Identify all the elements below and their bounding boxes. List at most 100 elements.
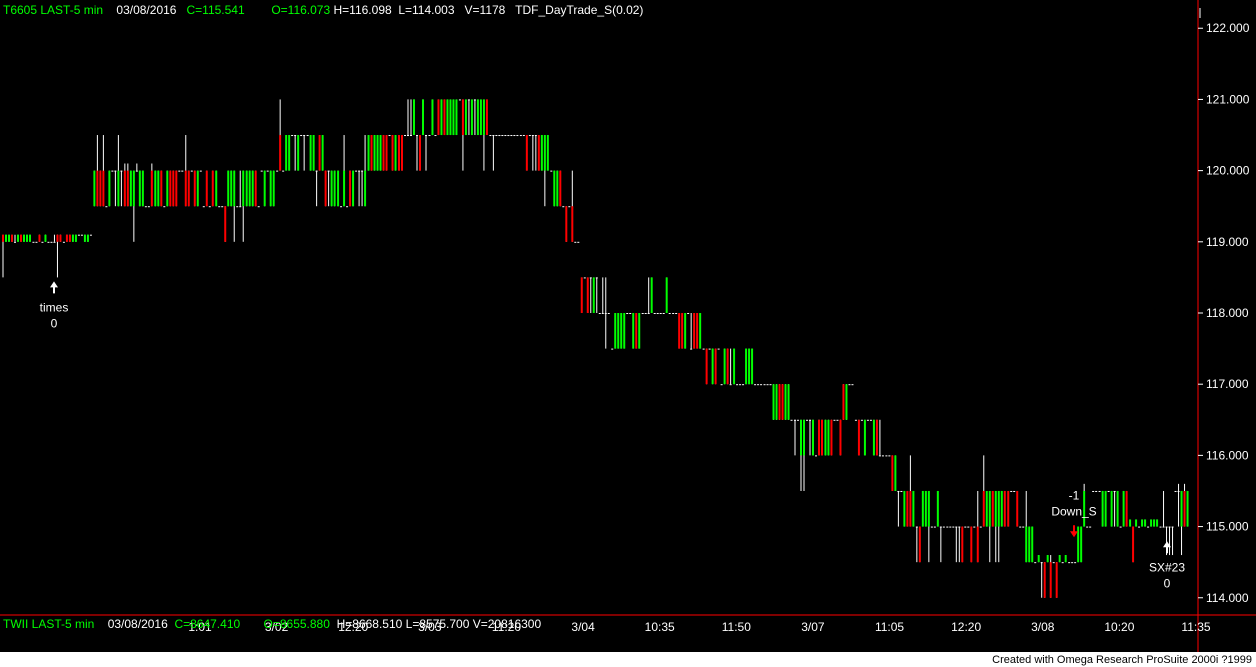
candle-body (662, 313, 665, 314)
candle-body (20, 234, 22, 242)
candle-body (824, 419, 827, 456)
y-tick-label: 119.000 (1206, 235, 1249, 249)
candle-body (373, 135, 376, 171)
candle-body (604, 313, 607, 314)
candle-body (775, 384, 778, 420)
up-arrow-icon (50, 281, 58, 294)
candle-body (556, 170, 559, 207)
candle-body (525, 135, 528, 171)
candle-body (1040, 562, 1043, 564)
candle-body (550, 170, 553, 172)
candle-body (1159, 526, 1162, 528)
candle-body (568, 206, 571, 208)
candle-body (897, 490, 900, 492)
candle-body (77, 234, 80, 236)
candle-body (845, 384, 848, 420)
candle-body (869, 419, 872, 421)
candle-body (230, 170, 233, 207)
candle-body (836, 419, 839, 421)
candle-body (452, 99, 455, 136)
candle-body (1180, 490, 1183, 527)
candle-body (930, 526, 933, 528)
candle-body (1049, 562, 1052, 598)
candle-body (534, 135, 537, 137)
candle-body (443, 99, 446, 136)
candle-body (961, 526, 964, 563)
candle-body (946, 526, 949, 528)
candle-body (577, 241, 580, 243)
candle-body (74, 234, 77, 242)
sub-close-label: C=8647.410 (174, 617, 241, 631)
candle-body (190, 170, 193, 172)
candle-body (885, 455, 888, 457)
candle-body (909, 490, 912, 527)
symbol-label: T6605 LAST-5 min (3, 3, 104, 17)
candle-body (653, 313, 656, 314)
candle-body (312, 135, 315, 171)
candle-body (915, 526, 918, 528)
candle-body (221, 206, 224, 208)
candle-body (306, 135, 309, 137)
candle-body (797, 419, 799, 421)
candle-body (665, 277, 668, 313)
candle-body (1068, 562, 1071, 564)
candle-body (833, 419, 836, 421)
candle-body (632, 313, 635, 349)
candle-body (1107, 490, 1110, 492)
candle-body (748, 348, 751, 385)
candle-body (294, 135, 297, 137)
candle-body (875, 419, 878, 456)
candle-body (123, 170, 126, 207)
candle-body (714, 348, 717, 385)
candle-body (172, 170, 175, 207)
candle-body (1055, 562, 1058, 598)
sub-date-label: 03/08/2016 (107, 617, 168, 631)
candle-body (863, 419, 866, 456)
high-label: H=116.098 (333, 3, 392, 17)
candle-body (736, 384, 739, 386)
candle-body (108, 170, 111, 207)
candle-body (1101, 490, 1104, 527)
candle-body (1138, 526, 1141, 528)
candle-body (964, 526, 967, 528)
candle-body (595, 277, 598, 279)
candle-body (982, 490, 985, 527)
candle-body (812, 419, 814, 456)
candle-body (157, 170, 160, 207)
candle-body (821, 419, 823, 456)
sub-high-label: H=8668.510 (336, 617, 403, 631)
candle-body (321, 135, 324, 171)
candle-body (672, 313, 675, 314)
candle-body (364, 170, 367, 207)
candle-body (111, 170, 114, 172)
candle-body (276, 170, 279, 172)
y-tick-label: 116.000 (1206, 448, 1249, 462)
candle-body (562, 206, 565, 208)
candle-body (254, 170, 257, 207)
candle-body (59, 234, 62, 242)
candle-body (199, 170, 202, 172)
candle-body (394, 135, 397, 171)
candle-body (184, 170, 187, 207)
candle-body (38, 234, 41, 242)
candle-body (65, 234, 68, 242)
candle-body (607, 313, 610, 314)
candle-body (516, 135, 519, 137)
candle-body (343, 170, 346, 207)
candle-body (1144, 519, 1147, 527)
candle-body (1061, 562, 1064, 564)
candle-body (23, 234, 25, 242)
x-tick-label: 3/08 (1031, 620, 1055, 634)
candle-body (318, 135, 321, 171)
candle-body (80, 234, 83, 236)
candle-body (510, 135, 513, 137)
study-label: TDF_DayTrade_S(0.02) (515, 3, 644, 17)
candle-body (739, 384, 742, 386)
candle-body (921, 490, 924, 527)
annotation-value: 0 (1164, 576, 1171, 590)
x-tick-label: 11:50 (722, 620, 751, 634)
close-label: C=115.541 (186, 3, 245, 17)
candle-body (1098, 490, 1101, 492)
candle-body (623, 313, 626, 349)
price-chart[interactable]: 122.000 121.000 120.000 119.000 118.000 117.0… (0, 0, 1256, 652)
